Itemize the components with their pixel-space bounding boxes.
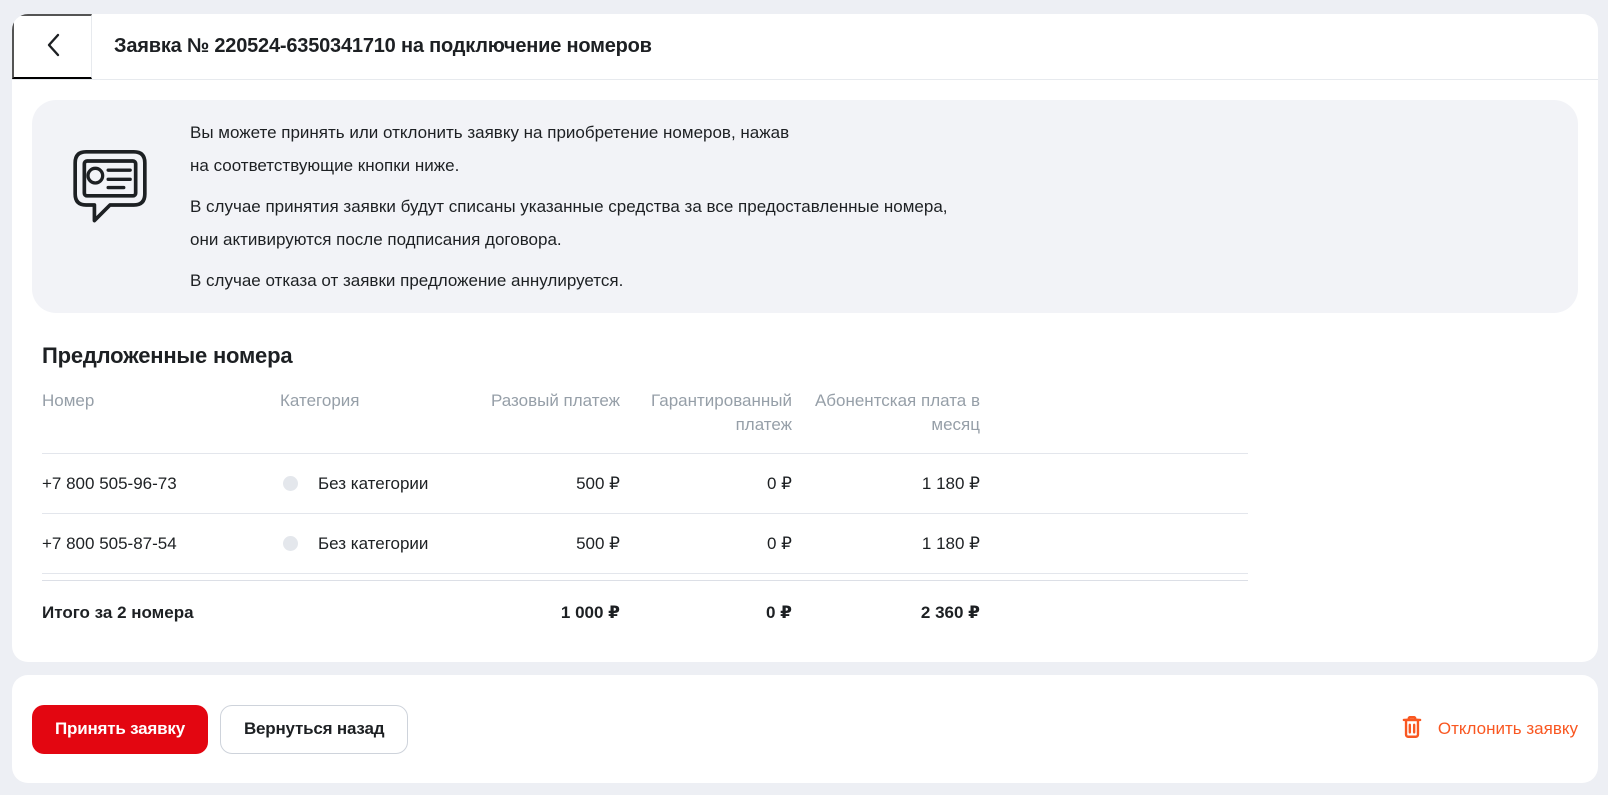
one-time-fee: 500 ₽ [440,474,620,494]
total-row: Итого за 2 номера 1 000 ₽ 0 ₽ 2 360 ₽ [42,581,1248,645]
message-card-icon [66,138,154,233]
total-one-time: 1 000 ₽ [440,603,620,623]
category-dot-icon [283,476,298,491]
notice-paragraph-3: В случае отказа от заявки предложение ан… [190,264,948,297]
reject-request-button[interactable]: Отклонить заявку [1399,714,1578,745]
page-header: Заявка № 220524-6350341710 на подключени… [12,14,1598,80]
one-time-fee: 500 ₽ [440,534,620,554]
total-label: Итого за 2 номера [42,603,280,623]
go-back-button[interactable]: Вернуться назад [220,705,408,754]
request-card: Заявка № 220524-6350341710 на подключени… [12,14,1598,662]
notice-paragraph-2: В случае принятия заявки будут списаны у… [190,190,948,256]
chevron-left-icon [46,33,60,60]
notice-text: Вы можете принять или отклонить заявку н… [190,116,948,297]
back-button[interactable] [12,14,92,79]
column-header-category: Категория [280,389,440,413]
monthly-fee: 1 180 ₽ [792,534,980,554]
accept-request-button[interactable]: Принять заявку [32,705,208,754]
page-title: Заявка № 220524-6350341710 на подключени… [114,35,652,58]
action-bar: Принять заявку Вернуться назад Отклонить… [12,675,1598,783]
monthly-fee: 1 180 ₽ [792,474,980,494]
total-guaranteed: 0 ₽ [620,603,792,623]
category-label: Без категории [318,534,428,554]
column-header-monthly: Абонентская плата в месяц [792,389,980,437]
notice-box: Вы можете принять или отклонить заявку н… [32,100,1578,313]
trash-icon [1399,714,1425,745]
column-header-number: Номер [42,389,280,413]
category-label: Без категории [318,474,428,494]
column-header-one-time: Разовый платеж [440,389,620,413]
notice-paragraph-1: Вы можете принять или отклонить заявку н… [190,116,948,182]
phone-number: +7 800 505-96-73 [42,474,280,494]
category-dot-icon [283,536,298,551]
request-page: Заявка № 220524-6350341710 на подключени… [0,0,1608,795]
section-title: Предложенные номера [42,343,1578,369]
total-monthly: 2 360 ₽ [792,603,980,623]
table-row: +7 800 505-96-73 Без категории 500 ₽ 0 ₽… [42,454,1248,514]
request-content: Вы можете принять или отклонить заявку н… [12,80,1598,645]
guaranteed-fee: 0 ₽ [620,474,792,494]
guaranteed-fee: 0 ₽ [620,534,792,554]
action-bar-left: Принять заявку Вернуться назад [32,705,408,754]
phone-number: +7 800 505-87-54 [42,534,280,554]
total-separator [42,574,1248,581]
table-row: +7 800 505-87-54 Без категории 500 ₽ 0 ₽… [42,514,1248,574]
reject-request-label: Отклонить заявку [1438,719,1578,739]
numbers-table: Номер Категория Разовый платеж Гарантиро… [42,377,1248,645]
column-header-guaranteed: Гарантированный платеж [620,389,792,437]
table-header-row: Номер Категория Разовый платеж Гарантиро… [42,377,1248,454]
